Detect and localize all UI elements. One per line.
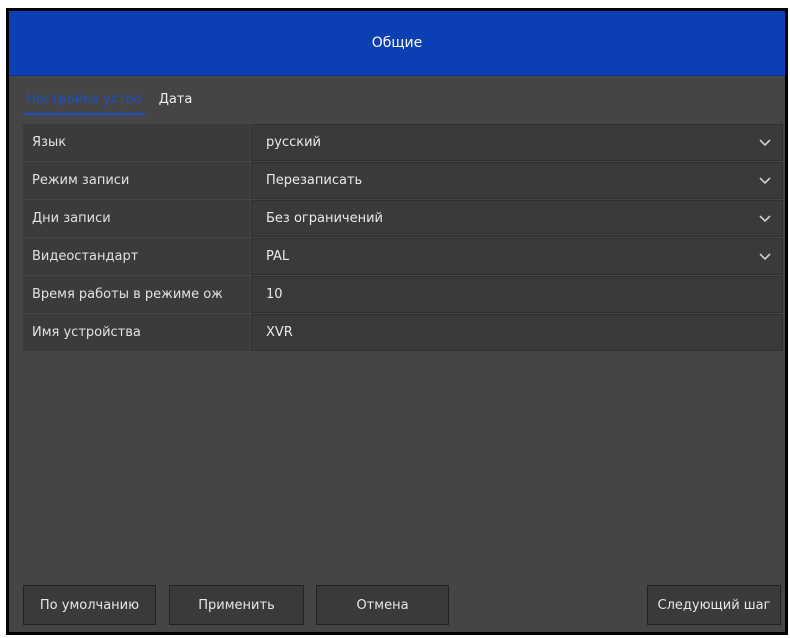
setting-value: PAL (266, 249, 290, 264)
tab-device-settings[interactable]: Настройка устро (23, 88, 145, 115)
general-settings-window: Общие Настройка устро Дата Язык русский … (6, 8, 788, 635)
tab-date[interactable]: Дата (156, 88, 196, 113)
setting-value: Без ограничений (266, 211, 383, 226)
default-button[interactable]: По умолчанию (23, 585, 156, 625)
standby-time-input[interactable]: 10 (251, 276, 783, 313)
setting-value: русский (266, 135, 321, 150)
window-title: Общие (371, 35, 423, 51)
chevron-down-icon[interactable] (758, 250, 772, 264)
settings-table: Язык русский Режим записи Перезаписать Д… (23, 124, 783, 352)
tab-bar: Настройка устро Дата (23, 88, 206, 116)
record-mode-select[interactable]: Перезаписать (251, 162, 783, 199)
setting-value: Перезаписать (266, 173, 363, 188)
chevron-down-icon[interactable] (758, 212, 772, 226)
chevron-down-icon[interactable] (758, 174, 772, 188)
setting-row-video-standard: Видеостандарт PAL (23, 238, 783, 275)
setting-label: Видеостандарт (23, 238, 250, 275)
setting-label: Дни записи (23, 200, 250, 237)
setting-value: XVR (266, 325, 293, 340)
video-standard-select[interactable]: PAL (251, 238, 783, 275)
cancel-button[interactable]: Отмена (316, 585, 449, 625)
setting-label: Режим записи (23, 162, 250, 199)
chevron-down-icon[interactable] (758, 136, 772, 150)
language-select[interactable]: русский (251, 124, 783, 161)
setting-row-device-name: Имя устройства XVR (23, 314, 783, 351)
setting-value: 10 (266, 287, 283, 302)
setting-label: Имя устройства (23, 314, 250, 351)
setting-row-language: Язык русский (23, 124, 783, 161)
apply-button[interactable]: Применить (169, 585, 304, 625)
record-days-select[interactable]: Без ограничений (251, 200, 783, 237)
setting-label: Время работы в режиме ож (23, 276, 250, 313)
setting-row-record-mode: Режим записи Перезаписать (23, 162, 783, 199)
device-name-input[interactable]: XVR (251, 314, 783, 351)
window-title-bar: Общие (9, 11, 785, 76)
setting-row-standby-time: Время работы в режиме ож 10 (23, 276, 783, 313)
next-step-button[interactable]: Следующий шаг (647, 585, 781, 625)
setting-row-record-days: Дни записи Без ограничений (23, 200, 783, 237)
setting-label: Язык (23, 124, 250, 161)
